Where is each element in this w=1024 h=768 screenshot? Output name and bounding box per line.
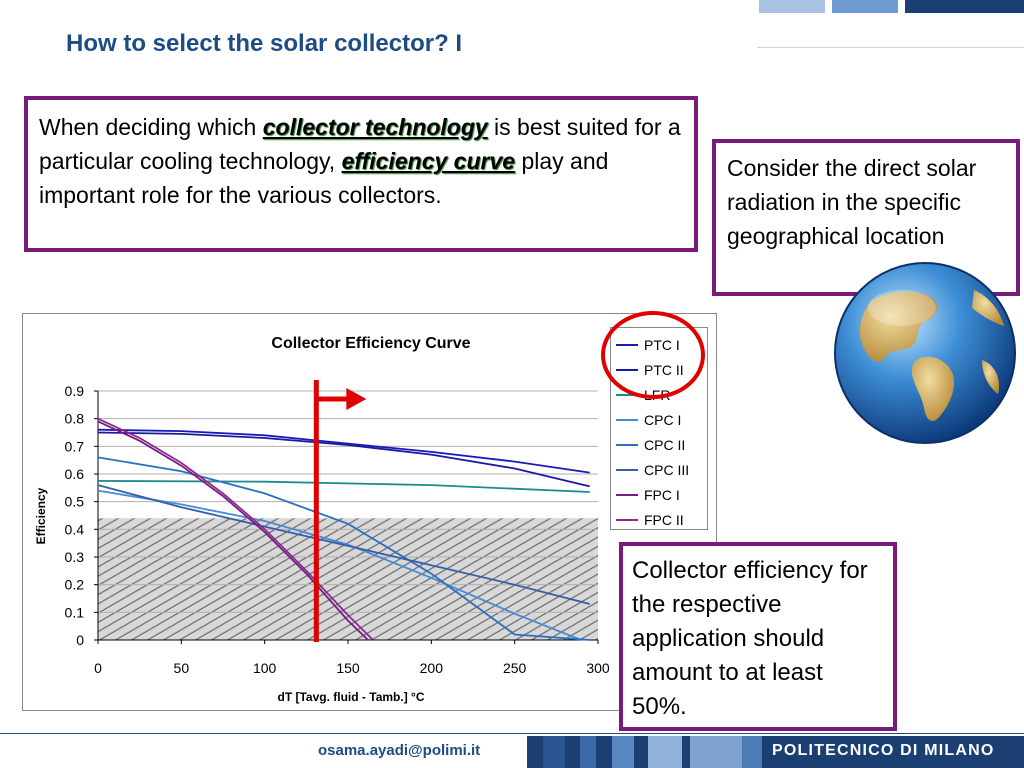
footer-tile — [543, 736, 565, 768]
footer-tile — [580, 736, 596, 768]
legend-swatch — [616, 468, 638, 471]
y-tick-label: 0.9 — [65, 383, 85, 399]
callout-efficiency-threshold: Collector efficiency for the respective … — [619, 542, 897, 731]
y-tick-label: 0.6 — [65, 466, 85, 482]
y-tick-label: 0 — [76, 632, 84, 648]
callout-collector-technology: When deciding which collector technology… — [24, 96, 698, 252]
slide-title: How to select the solar collector? I — [66, 30, 463, 57]
callout-efficiency-threshold-text: Collector efficiency for the respective … — [632, 557, 868, 720]
legend-swatch — [616, 518, 638, 521]
y-tick-label: 0.8 — [65, 411, 85, 427]
efficiency-curve-emphasis: efficiency curve — [341, 148, 516, 174]
chart-title: Collector Efficiency Curve — [271, 335, 470, 352]
y-tick-label: 0.2 — [65, 577, 85, 593]
legend-label: FPC I — [644, 486, 680, 503]
legend-label: FPC II — [644, 511, 684, 528]
y-tick-label: 0.4 — [65, 521, 85, 537]
y-axis-label: Efficiency — [34, 487, 48, 544]
x-tick-label: 250 — [503, 660, 527, 676]
x-axis-label: dT [Tavg. fluid - Tamb.] °C — [277, 690, 424, 704]
legend-label: CPC I — [644, 411, 682, 428]
legend-item: CPC I — [616, 407, 689, 432]
globe-icon — [834, 262, 1016, 444]
footer-divider — [0, 733, 1024, 734]
x-tick-label: 50 — [174, 660, 190, 676]
politecnico-logo: POLITECNICO DI MILANO — [772, 742, 995, 759]
legend-label: CPC II — [644, 436, 686, 453]
footer-email[interactable]: osama.ayadi@polimi.it — [318, 742, 480, 759]
legend-item: CPC III — [616, 457, 689, 482]
legend-item: FPC II — [616, 507, 689, 532]
y-tick-label: 0.3 — [65, 549, 85, 565]
callout-direct-radiation-text: Consider the direct solar radiation in t… — [727, 155, 977, 249]
footer-tile — [742, 736, 762, 768]
top-bar-mid — [832, 0, 898, 13]
callout-text-part1: When deciding which — [39, 114, 263, 140]
collector-technology-emphasis: collector technology — [262, 114, 488, 140]
y-tick-label: 0.7 — [65, 438, 85, 454]
x-tick-label: 100 — [253, 660, 277, 676]
series-line-ptc-i — [97, 428, 590, 474]
legend-swatch — [616, 418, 638, 421]
legend-swatch — [616, 493, 638, 496]
footer-tile — [612, 736, 634, 768]
footer-tile — [690, 736, 742, 768]
title-divider — [757, 47, 1024, 48]
series-line-lfr — [97, 480, 590, 493]
top-bar-light — [759, 0, 825, 13]
y-tick-label: 0.1 — [65, 604, 85, 620]
legend-swatch — [616, 443, 638, 446]
legend-item: FPC I — [616, 482, 689, 507]
legend-item: CPC II — [616, 432, 689, 457]
x-tick-label: 0 — [94, 660, 102, 676]
top-bar-dark — [905, 0, 1024, 13]
x-tick-label: 150 — [336, 660, 360, 676]
legend-label: CPC III — [644, 461, 690, 478]
footer-tile — [648, 736, 682, 768]
y-tick-label: 0.5 — [65, 494, 85, 510]
legend-highlight-circle — [601, 311, 705, 399]
x-tick-label: 200 — [420, 660, 444, 676]
x-tick-label: 300 — [586, 660, 610, 676]
